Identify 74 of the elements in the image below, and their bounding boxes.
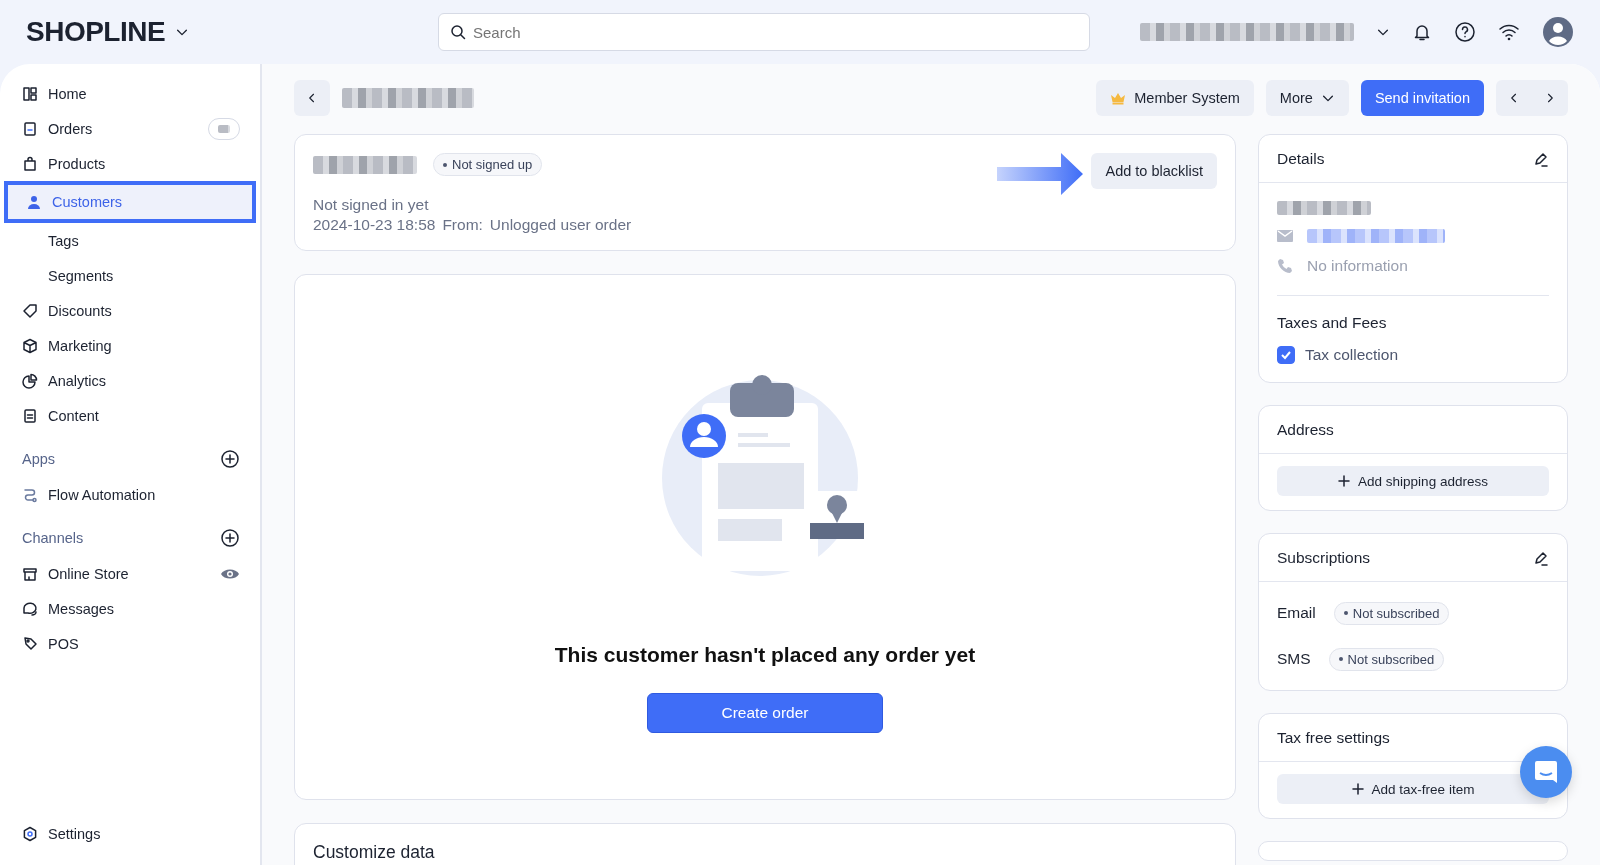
chat-icon	[22, 600, 38, 617]
phone-icon	[1277, 258, 1293, 274]
sidebar-item[interactable]: Orders	[0, 111, 260, 146]
subscription-label: Email	[1277, 604, 1316, 622]
price-tag-icon	[22, 635, 38, 652]
add-tax-free-item-button[interactable]: Add tax-free item	[1277, 774, 1549, 804]
add-shipping-address-button[interactable]: Add shipping address	[1277, 466, 1549, 496]
card-title: Customize data	[313, 842, 435, 862]
sidebar-item[interactable]: Analytics	[0, 363, 260, 398]
plus-icon	[1351, 783, 1364, 795]
date-text: 2024-10-23 18:58	[313, 216, 436, 234]
person-icon	[26, 194, 42, 210]
card-title: Tax free settings	[1277, 728, 1390, 747]
sidebar-item[interactable]: POS	[0, 626, 260, 661]
add-to-blacklist-button[interactable]: Add to blacklist	[1091, 153, 1217, 189]
pie-chart-icon	[22, 372, 38, 389]
card-title: Subscriptions	[1277, 548, 1371, 567]
tag-icon	[22, 302, 38, 319]
chat-bubble-icon	[1533, 759, 1559, 785]
sidebar-item[interactable]: Customers	[4, 181, 256, 223]
flow-icon	[22, 486, 38, 503]
add-icon[interactable]	[220, 528, 240, 548]
checkbox[interactable]	[1277, 346, 1295, 364]
section-label: Apps	[22, 451, 56, 467]
card-title: Address	[1277, 420, 1334, 439]
sidebar-item[interactable]: Messages	[0, 591, 260, 626]
bell-icon[interactable]	[1412, 22, 1432, 42]
sign-in-status: Not signed in yet	[313, 196, 430, 214]
add-icon[interactable]	[220, 449, 240, 469]
card-title: Details	[1277, 149, 1325, 168]
help-icon[interactable]	[1454, 21, 1476, 43]
mail-icon	[1277, 230, 1293, 242]
sidebar-item[interactable]: Marketing	[0, 328, 260, 363]
plus-icon	[1338, 475, 1351, 487]
sidebar-item[interactable]: Settings	[0, 816, 260, 851]
status-tag: Not subscribed	[1328, 647, 1445, 671]
sidebar-item[interactable]: Products	[0, 146, 260, 181]
section-label: Channels	[22, 530, 84, 546]
edit-icon[interactable]	[1533, 549, 1549, 566]
sidebar-item[interactable]: Flow Automation	[0, 477, 260, 512]
bag-icon	[22, 155, 38, 172]
status-tag: Not signed up	[433, 153, 543, 176]
cube-icon	[22, 337, 38, 354]
check-icon	[1280, 349, 1292, 361]
create-order-button[interactable]: Create order	[647, 693, 883, 733]
sidebar-item[interactable]: Tags	[0, 223, 260, 258]
empty-state-message: This customer hasn't placed any order yet	[554, 643, 976, 667]
status-tag: Not subscribed	[1333, 601, 1450, 625]
sidebar-item[interactable]: Content	[0, 398, 260, 433]
wifi-icon[interactable]	[1498, 23, 1520, 41]
from-label: From:	[442, 216, 483, 234]
search-field[interactable]: Search	[438, 13, 1090, 51]
member-system-button[interactable]: Member System	[1096, 80, 1254, 116]
checkbox-label: Tax collection	[1305, 346, 1399, 364]
logo[interactable]: SHOPLINE	[26, 16, 166, 48]
document-icon	[22, 120, 38, 137]
settings-icon	[22, 825, 38, 842]
subscription-label: SMS	[1277, 650, 1311, 668]
source-text: Unlogged user order	[489, 216, 632, 234]
document-icon	[22, 407, 38, 424]
store-icon	[22, 565, 38, 582]
avatar-icon[interactable]	[1542, 16, 1574, 48]
sidebar-item[interactable]: Segments	[0, 258, 260, 293]
sidebar-item[interactable]: Discounts	[0, 293, 260, 328]
home-icon	[22, 85, 38, 102]
sidebar-item[interactable]: Online Store	[0, 556, 260, 591]
arrow-icon	[997, 153, 1084, 195]
section-title: Taxes and Fees	[1277, 314, 1388, 332]
send-invitation-button[interactable]: Send invitation	[1360, 80, 1484, 116]
more-button[interactable]: More	[1265, 80, 1349, 116]
sidebar-item[interactable]: Home	[0, 76, 260, 111]
phone-text: No information	[1307, 257, 1408, 275]
edit-icon[interactable]	[1533, 150, 1549, 167]
crown-icon	[1110, 91, 1127, 105]
